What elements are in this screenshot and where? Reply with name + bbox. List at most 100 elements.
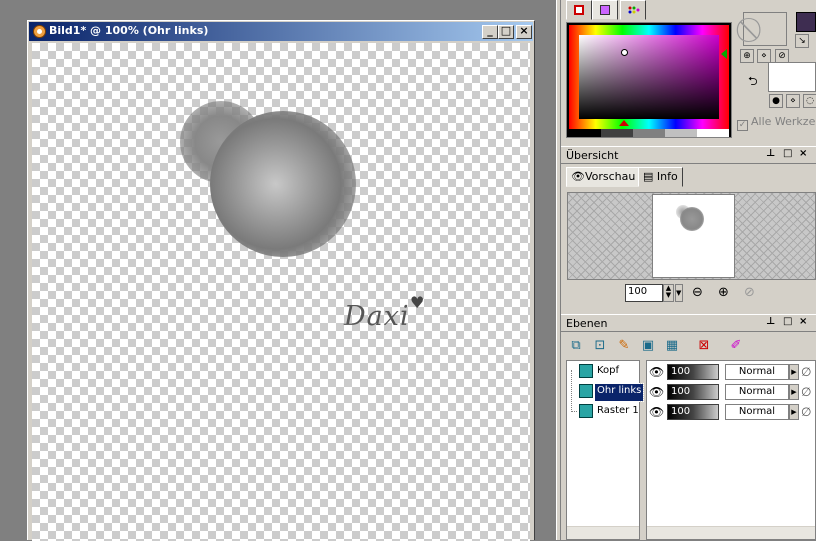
blend-mode-select[interactable]: Normal bbox=[725, 384, 789, 400]
layer-link-icon[interactable]: ∅ bbox=[801, 365, 811, 379]
visibility-eye-icon[interactable]: 👁 bbox=[649, 365, 664, 379]
swap-arrows-icon[interactable]: ⮌ bbox=[748, 72, 758, 93]
layer-link-icon[interactable]: ∅ bbox=[801, 385, 811, 399]
all-tools-checkbox[interactable]: ✓Alle Werkzeuge bbox=[737, 115, 816, 131]
all-tools-label: Alle Werkzeuge bbox=[751, 115, 816, 128]
dock-splitter[interactable] bbox=[556, 0, 561, 540]
panel-close-icon[interactable]: × bbox=[799, 148, 807, 159]
layer-thumbnail-icon bbox=[579, 384, 593, 398]
new-art-media-layer-icon[interactable]: ✎ bbox=[614, 336, 634, 356]
new-raster-layer-icon[interactable]: ⧉ bbox=[566, 336, 586, 356]
delete-layer-icon[interactable]: ⊠ bbox=[694, 336, 714, 356]
layer-props-scrollbar[interactable] bbox=[647, 526, 815, 539]
gradient-style-icon[interactable]: ⊕ bbox=[740, 49, 754, 63]
panel-restore-icon[interactable]: □ bbox=[783, 148, 792, 159]
layer-name[interactable]: Kopf bbox=[595, 364, 621, 381]
preview-fur-large bbox=[680, 207, 704, 231]
foreground-color-swatch[interactable] bbox=[796, 12, 816, 32]
layers-panel-header[interactable]: Ebenen ⊥ □ × bbox=[561, 314, 816, 332]
bg-gradient-style-icon[interactable]: ⋄ bbox=[786, 94, 800, 108]
layer-name[interactable]: Raster 1 bbox=[595, 404, 641, 421]
color-picker-cursor[interactable] bbox=[621, 49, 628, 56]
tab-rainbow-palette[interactable] bbox=[592, 0, 618, 20]
opacity-slider[interactable]: 100 bbox=[667, 384, 719, 400]
tree-lines bbox=[571, 370, 577, 412]
maximize-icon: □ bbox=[500, 24, 512, 37]
layer-row[interactable]: 👁 100 Normal ▶ ∅ bbox=[647, 362, 816, 382]
zoom-fit-icon[interactable]: ⊘ bbox=[744, 285, 755, 300]
layer-name-selected[interactable]: Ohr links bbox=[593, 383, 645, 402]
color-picker[interactable] bbox=[566, 22, 732, 138]
close-button[interactable]: × bbox=[516, 24, 532, 39]
maximize-button[interactable]: □ bbox=[498, 24, 514, 39]
zoom-out-icon[interactable]: ⊖ bbox=[692, 285, 703, 300]
rainbow-palette-icon bbox=[600, 5, 610, 15]
hue-marker-bottom[interactable] bbox=[619, 120, 629, 126]
visibility-eye-icon[interactable]: 👁 bbox=[649, 385, 664, 399]
tab-info[interactable]: ▤ Info bbox=[638, 167, 683, 187]
pattern-style-icon[interactable]: ⋄ bbox=[757, 49, 771, 63]
layer-properties[interactable]: 👁 100 Normal ▶ ∅ 👁 100 Normal ▶ ∅ 👁 100 … bbox=[646, 360, 816, 540]
layer-row[interactable]: 👁 100 Normal ▶ ∅ bbox=[647, 402, 816, 422]
new-adjustment-layer-icon[interactable]: ▦ bbox=[662, 336, 682, 356]
grey-swatch-mid[interactable] bbox=[633, 129, 665, 137]
layers-panel-title: Ebenen bbox=[566, 317, 608, 330]
blend-mode-select[interactable]: Normal bbox=[725, 404, 789, 420]
document-icon bbox=[33, 25, 46, 38]
grey-swatch-white[interactable] bbox=[697, 129, 729, 137]
preview-page[interactable] bbox=[652, 194, 735, 278]
overview-preview[interactable] bbox=[567, 192, 816, 280]
layers-restore-icon[interactable]: □ bbox=[783, 316, 792, 327]
layer-tree-scrollbar[interactable] bbox=[567, 526, 639, 539]
tab-swatches[interactable] bbox=[620, 0, 646, 20]
new-mask-layer-icon[interactable]: ▣ bbox=[638, 336, 658, 356]
checkbox-check-icon: ✓ bbox=[737, 120, 748, 131]
opacity-slider[interactable]: 100 bbox=[667, 404, 719, 420]
pin-icon[interactable]: ⊥ bbox=[766, 148, 775, 159]
new-vector-layer-icon[interactable]: ⊡ bbox=[590, 336, 610, 356]
fur-ball-large bbox=[210, 111, 356, 257]
grey-swatch-dark[interactable] bbox=[601, 129, 633, 137]
blend-dropdown-icon[interactable]: ▶ bbox=[789, 364, 799, 380]
zoom-spinner[interactable]: ▲ ▼ bbox=[663, 284, 674, 302]
solid-style-icon[interactable]: ● bbox=[769, 94, 783, 108]
hue-marker-right[interactable] bbox=[721, 49, 727, 59]
layers-pin-icon[interactable]: ⊥ bbox=[766, 316, 775, 327]
zoom-in-icon[interactable]: ⊕ bbox=[718, 285, 729, 300]
no-style-icon[interactable]: ⊘ bbox=[775, 49, 789, 63]
layer-row[interactable]: 👁 100 Normal ▶ ∅ bbox=[647, 382, 816, 402]
overview-panel-title: Übersicht bbox=[566, 149, 619, 162]
minimize-button[interactable]: _ bbox=[482, 24, 498, 39]
bg-pattern-style-icon[interactable]: ◌ bbox=[803, 94, 816, 108]
info-page-icon: ▤ bbox=[643, 170, 657, 183]
tab-vorschau-label: Vorschau bbox=[584, 170, 636, 183]
saturation-lightness-box[interactable] bbox=[579, 35, 719, 119]
overview-panel-header[interactable]: Übersicht ⊥ □ × bbox=[561, 146, 816, 164]
grey-swatch-light[interactable] bbox=[665, 129, 697, 137]
transparent-material-button[interactable]: ⃠ bbox=[743, 12, 787, 46]
zoom-level-input[interactable]: 100 bbox=[625, 284, 663, 302]
tab-vorschau[interactable]: 👁Vorschau bbox=[566, 167, 641, 187]
grey-swatch-black[interactable] bbox=[569, 129, 601, 137]
image-canvas[interactable]: Daxi ♥ bbox=[32, 43, 530, 541]
layer-thumbnail-icon bbox=[579, 404, 593, 418]
swap-colors-icon[interactable]: ↘ bbox=[795, 34, 809, 48]
document-window[interactable]: Bild1* @ 100% (Ohr links) _ □ × Daxi ♥ bbox=[27, 20, 535, 541]
minimize-icon: _ bbox=[487, 24, 493, 37]
opacity-slider[interactable]: 100 bbox=[667, 364, 719, 380]
layer-tree[interactable]: Kopf Ohr links Raster 1 bbox=[566, 360, 645, 540]
edit-selection-icon[interactable]: ✐ bbox=[726, 336, 746, 356]
visibility-eye-icon[interactable]: 👁 bbox=[649, 405, 664, 419]
blend-mode-select[interactable]: Normal bbox=[725, 364, 789, 380]
blend-dropdown-icon[interactable]: ▶ bbox=[789, 404, 799, 420]
zoom-dropdown-icon[interactable]: ▼ bbox=[675, 284, 683, 302]
document-titlebar[interactable]: Bild1* @ 100% (Ohr links) _ □ × bbox=[29, 22, 533, 41]
layers-close-icon[interactable]: × bbox=[799, 316, 807, 327]
watermark-text: Daxi bbox=[344, 301, 410, 332]
tab-gradient-palette[interactable] bbox=[566, 0, 592, 20]
blend-dropdown-icon[interactable]: ▶ bbox=[789, 384, 799, 400]
background-color-swatch[interactable] bbox=[768, 62, 816, 92]
palette-icon bbox=[574, 5, 584, 15]
layer-link-icon[interactable]: ∅ bbox=[801, 405, 811, 419]
hue-ring[interactable] bbox=[569, 25, 729, 129]
